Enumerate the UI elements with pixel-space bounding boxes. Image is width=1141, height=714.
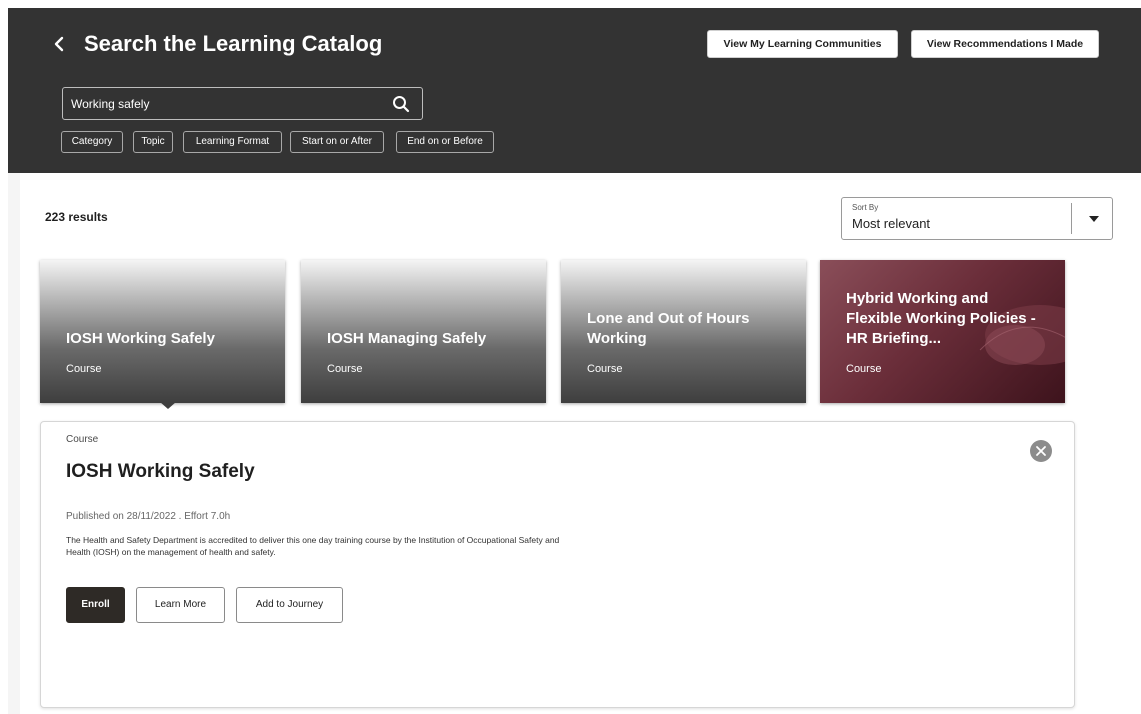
caret-down-icon[interactable] [1089,216,1099,222]
card-type: Course [587,363,623,375]
page-title: Search the Learning Catalog [84,31,383,56]
close-icon [1036,446,1046,456]
course-detail-panel: Course IOSH Working Safely Published on … [40,421,1075,708]
back-button[interactable] [52,29,72,59]
sort-divider [1071,203,1072,234]
chevron-left-icon [54,36,64,52]
sort-by-dropdown[interactable]: Sort By Most relevant [841,197,1113,240]
view-recommendations-button[interactable]: View Recommendations I Made [911,30,1099,58]
card-title: IOSH Managing Safely [327,330,487,347]
card-type: Course [327,363,363,375]
card-title: Hybrid Working and Flexible Working Poli… [846,290,1036,347]
enroll-button[interactable]: Enroll [66,587,125,623]
left-margin [0,0,8,714]
detail-title: IOSH Working Safely [66,461,255,482]
add-to-journey-button[interactable]: Add to Journey [236,587,343,623]
close-button[interactable] [1030,440,1052,462]
filter-end-on-or-before[interactable]: End on or Before [396,131,494,153]
card-title: Lone and Out of Hours Working [587,310,750,347]
card-title: IOSH Working Safely [66,330,215,347]
detail-type: Course [66,434,99,445]
search-input[interactable] [71,94,371,114]
search-icon[interactable] [392,95,410,113]
course-card[interactable]: Hybrid Working and Flexible Working Poli… [820,260,1065,403]
course-card[interactable]: Lone and Out of Hours Working Course [561,260,806,403]
course-card[interactable]: IOSH Working Safely Course [40,260,285,403]
detail-description: The Health and Safety Department is accr… [66,535,560,557]
card-type: Course [66,363,102,375]
search-box [62,87,423,120]
sort-by-value: Most relevant [852,216,931,231]
filter-category[interactable]: Category [61,131,123,153]
sort-by-label: Sort By [852,203,879,212]
results-count: 223 results [45,210,108,224]
detail-meta: Published on 28/11/2022 . Effort 7.0h [66,511,231,522]
filter-learning-format[interactable]: Learning Format [183,131,282,153]
view-learning-communities-button[interactable]: View My Learning Communities [707,30,898,58]
learn-more-button[interactable]: Learn More [136,587,225,623]
filter-topic[interactable]: Topic [133,131,173,153]
course-card[interactable]: IOSH Managing Safely Course [301,260,546,403]
card-type: Course [846,363,882,375]
selected-card-pointer [160,402,176,409]
filter-start-on-or-after[interactable]: Start on or After [290,131,384,153]
